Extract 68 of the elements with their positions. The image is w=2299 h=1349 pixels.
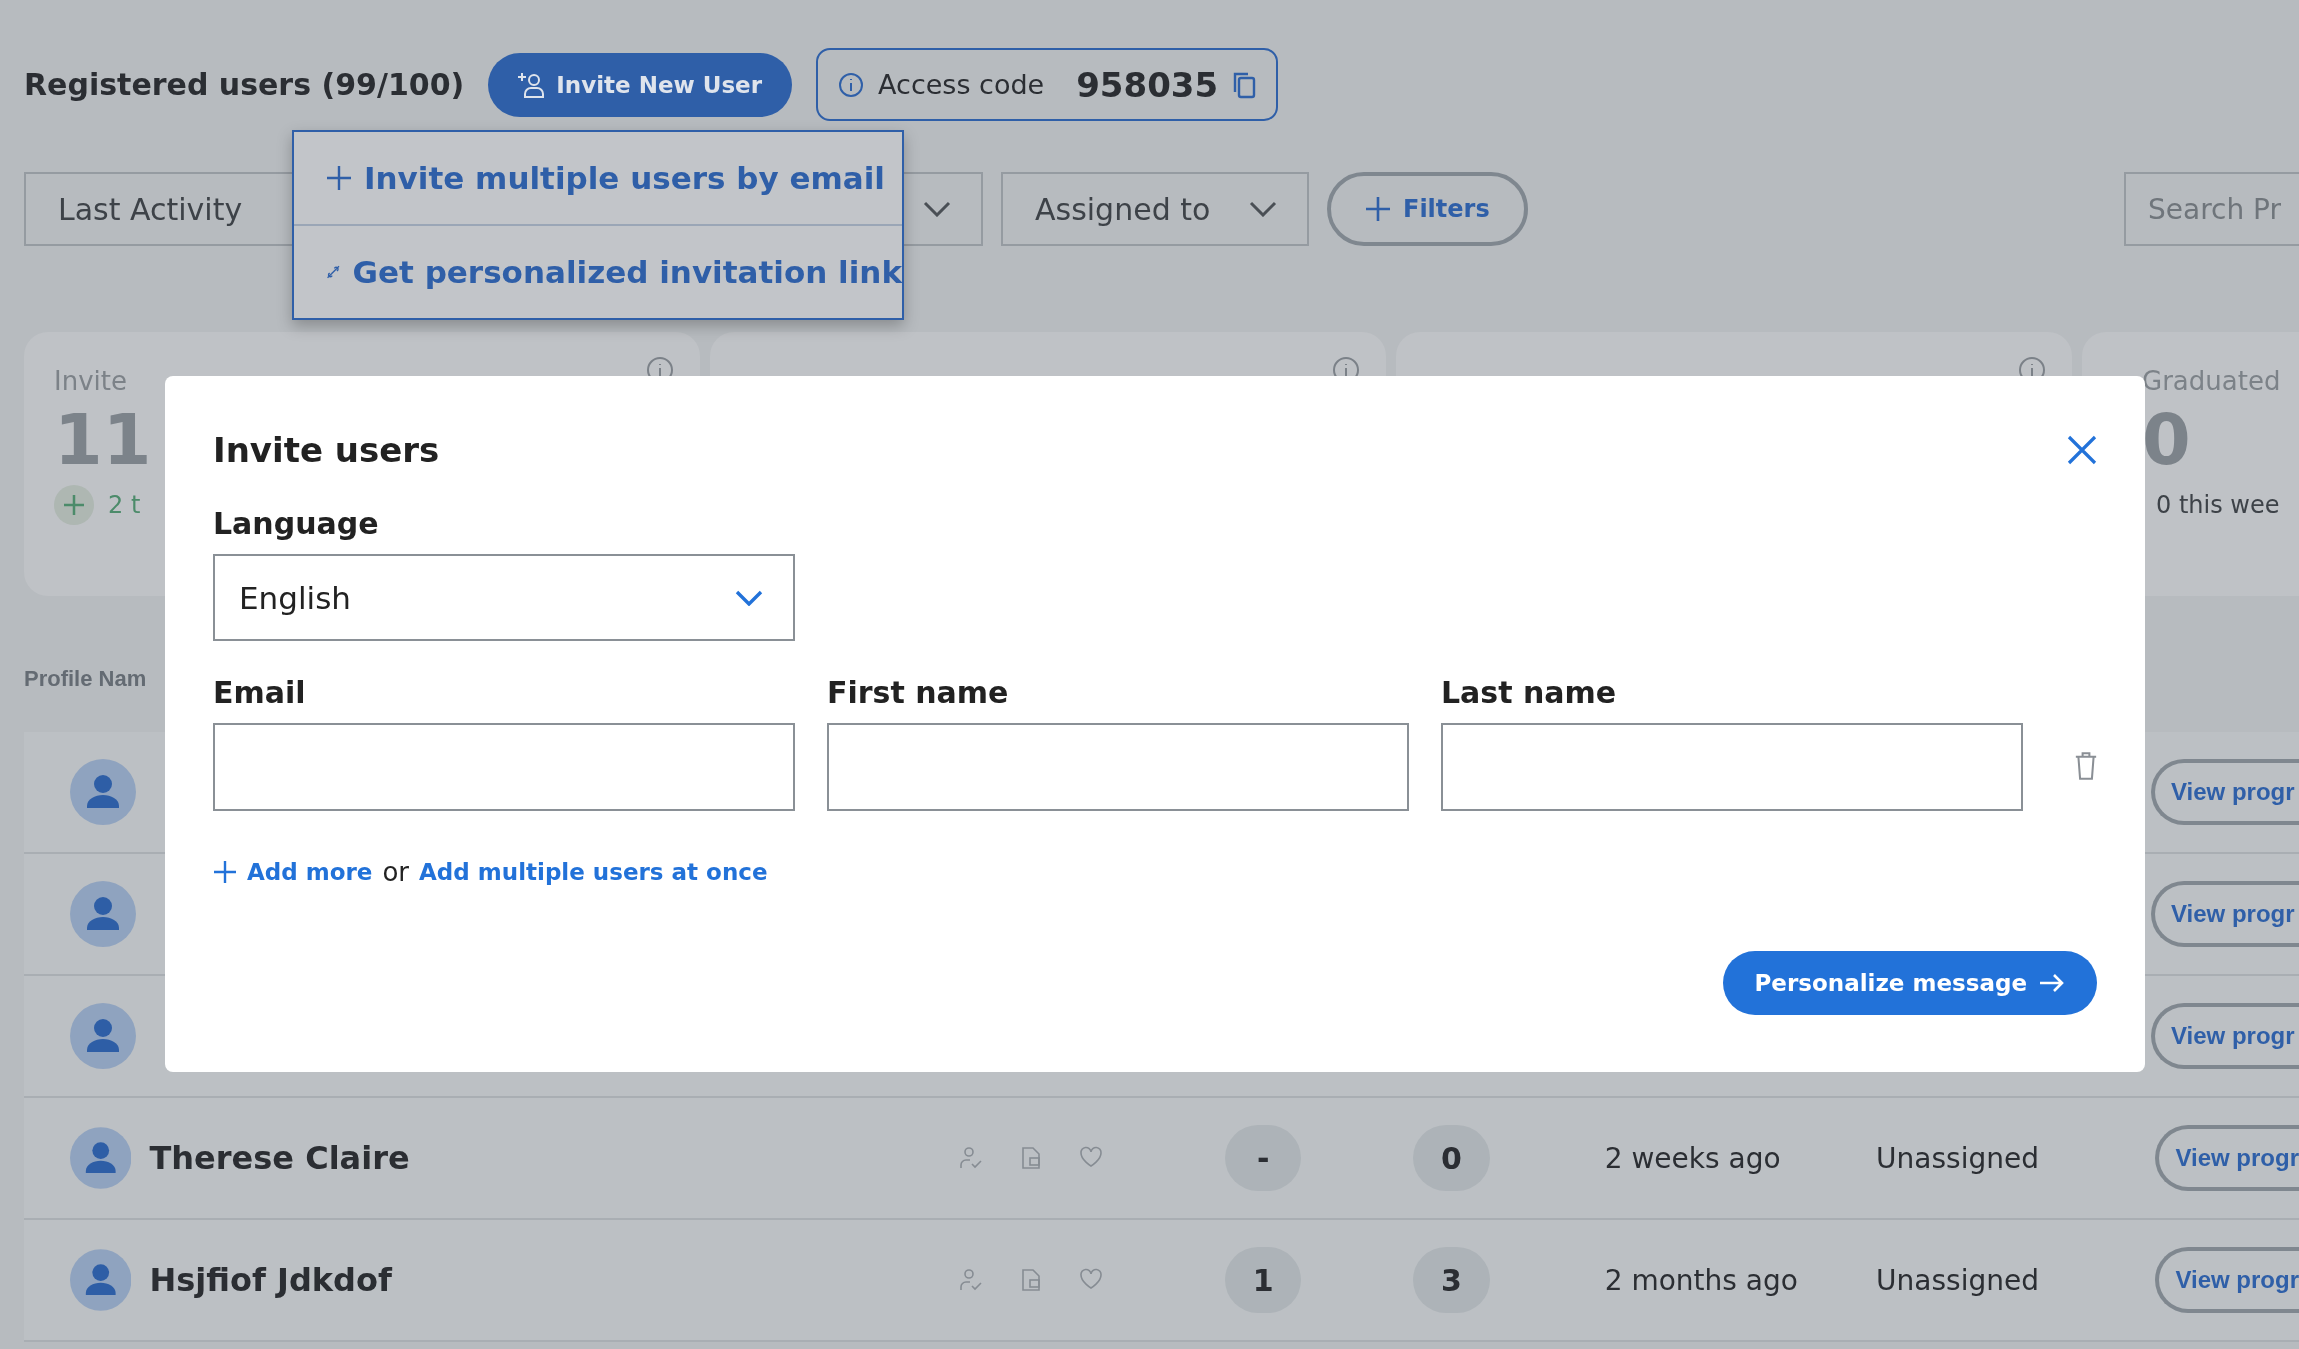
plus-icon xyxy=(54,485,94,525)
assigned-select[interactable]: Assigned to xyxy=(1001,172,1309,246)
avatar-icon xyxy=(70,1125,132,1191)
user-name: Hsjfiof Jdkdof xyxy=(149,1261,392,1299)
add-more-link[interactable]: Add more xyxy=(247,859,373,885)
dialog-title: Invite users xyxy=(213,430,440,470)
view-progress-button[interactable]: View progr xyxy=(2151,759,2299,825)
view-progress-button[interactable]: View progr xyxy=(2151,1003,2299,1069)
input-field[interactable] xyxy=(1441,723,2023,811)
view-progress-button[interactable]: View progr xyxy=(2155,1125,2299,1191)
page-title: Registered users (99/100) xyxy=(24,67,465,102)
trash-icon[interactable] xyxy=(2075,749,2097,783)
menu-item[interactable]: Get personalized invitation link xyxy=(294,224,902,318)
or-text: or xyxy=(382,857,410,887)
chevron-down-icon xyxy=(923,201,951,217)
person-check-icon xyxy=(959,1268,984,1292)
heart-icon xyxy=(1079,1146,1104,1168)
field-label: Email xyxy=(213,675,307,712)
menu-item-label: Get personalized invitation link xyxy=(352,254,902,290)
view-progress-button[interactable]: View progr xyxy=(2151,881,2299,947)
input-field[interactable] xyxy=(213,723,795,811)
avatar-icon xyxy=(70,1003,136,1069)
stat-delta: 0 this wee xyxy=(2156,491,2280,519)
stat-label: Invite xyxy=(54,366,127,396)
info-icon xyxy=(838,71,865,98)
input-field[interactable] xyxy=(827,723,1409,811)
stat-value: 0 xyxy=(2142,402,2191,479)
last-activity: 2 months ago xyxy=(1604,1263,1799,1297)
count-pill: 1 xyxy=(1225,1247,1302,1313)
heart-icon xyxy=(1079,1268,1104,1290)
user-name: Therese Claire xyxy=(149,1139,410,1177)
plus-icon xyxy=(1365,196,1391,222)
count-pill: - xyxy=(1225,1125,1302,1191)
field-label: Language xyxy=(213,506,380,543)
add-multiple-link[interactable]: Add multiple users at once xyxy=(419,859,768,885)
language-select[interactable]: English xyxy=(213,554,795,641)
field-label: Last name xyxy=(1441,675,1618,712)
avatar-icon xyxy=(70,1247,132,1313)
person-check-icon xyxy=(959,1146,984,1170)
plus-icon xyxy=(326,165,352,191)
assigned-to: Unassigned xyxy=(1876,1263,2040,1297)
personalize-message-button[interactable]: Personalize message xyxy=(1722,951,2097,1015)
search-field[interactable]: Search Pr xyxy=(2124,172,2299,246)
view-progress-button[interactable]: View progr xyxy=(2155,1247,2299,1313)
chevron-down-icon xyxy=(735,589,763,606)
field-label: First name xyxy=(827,675,1010,712)
plus-icon xyxy=(213,860,237,884)
avatar-icon xyxy=(70,759,136,825)
count-pill: 3 xyxy=(1413,1247,1490,1313)
copy-icon[interactable] xyxy=(1232,70,1257,99)
stat-delta: 2 t xyxy=(108,491,141,519)
column-header: Profile Nam xyxy=(24,666,147,691)
access-code: 958035 xyxy=(1076,64,1219,105)
last-activity: 2 weeks ago xyxy=(1604,1141,1782,1175)
chevron-down-icon xyxy=(1249,201,1277,217)
language-value: English xyxy=(239,579,351,616)
filters-button[interactable]: Filters xyxy=(1327,172,1528,246)
invite-user-button[interactable]: Invite New User xyxy=(488,52,793,117)
close-icon[interactable] xyxy=(2067,435,2097,465)
access-code-label: Access code xyxy=(878,69,1045,100)
assigned-select-label: Assigned to xyxy=(1035,191,1211,227)
add-person-icon xyxy=(518,70,547,99)
stat-value: 11 xyxy=(54,402,152,479)
count-pill: 0 xyxy=(1413,1125,1490,1191)
arrow-right-icon xyxy=(2039,973,2065,993)
assigned-to: Unassigned xyxy=(1876,1141,2040,1175)
avatar-icon xyxy=(70,881,136,947)
stat-label: Graduated xyxy=(2142,366,2281,396)
